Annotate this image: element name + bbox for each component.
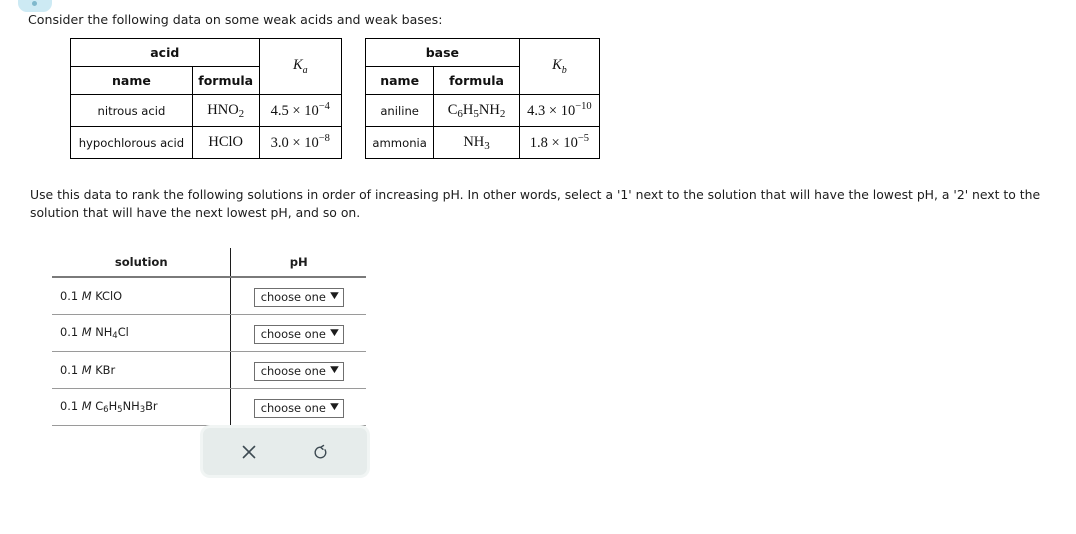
table-row: 0.1 M NH4Cl choose one ▼ [52, 314, 366, 352]
base-row-name: aniline [364, 94, 435, 127]
acid-row-name: hypochlorous acid [70, 126, 193, 159]
base-row-kb: 4.3 × 10−10 [518, 94, 601, 127]
chevron-down-icon: ▼ [330, 365, 339, 375]
base-kb-exponent: −5 [577, 133, 590, 145]
ph-dropdown[interactable]: choose one ▼ [253, 287, 344, 307]
acid-group-header: acid [70, 38, 260, 67]
table-row: 0.1 M KBr choose one ▼ [52, 351, 366, 389]
base-row-formula: C6H5NH2 [433, 94, 520, 127]
instruction-text: Use this data to rank the following solu… [30, 187, 1041, 220]
ka-symbol: K [292, 57, 303, 74]
table-row: 0.1 M C6H5NH3Br choose one ▼ [52, 388, 366, 426]
dropdown-value: choose one [260, 363, 326, 378]
base-col-name: name [364, 66, 435, 95]
acid-formula-main: HNO [207, 101, 239, 118]
base-group-header: base [365, 38, 520, 67]
compound-formula: KClO [95, 289, 123, 303]
chevron-down-icon: ▼ [330, 402, 339, 412]
dropdown-value: choose one [260, 289, 326, 304]
base-data-table: base Kb name formula aniline C6H5NH2 4.3… [364, 38, 601, 159]
acid-data-table: acid Ka name formula nitrous acid HNO2 4… [70, 38, 343, 159]
ph-dropdown[interactable]: choose one ▼ [253, 324, 344, 344]
acid-col-formula: formula [191, 66, 260, 95]
acid-k-header: Ka [258, 38, 343, 95]
ka-subscript: a [302, 64, 308, 76]
kb-symbol: K [552, 57, 562, 74]
ph-dropdown[interactable]: choose one ▼ [253, 398, 344, 418]
acid-formula-sub: 2 [238, 107, 245, 120]
base-k-header: Kb [518, 38, 601, 95]
ph-dropdown[interactable]: choose one ▼ [253, 361, 344, 381]
solution-label: 0.1 M NH4Cl [52, 314, 232, 352]
acid-ka-exponent: −8 [318, 133, 330, 145]
acid-ka-exponent: −4 [318, 101, 330, 113]
dropdown-value: choose one [260, 400, 326, 415]
base-kb-mantissa: 1.8 × 10 [529, 134, 578, 151]
clear-button[interactable] [236, 439, 262, 465]
top-status-badge [18, 0, 52, 12]
dropdown-value: choose one [260, 326, 326, 341]
base-kb-exponent: −10 [575, 101, 592, 113]
acid-ka-mantissa: 4.5 × 10 [270, 102, 319, 119]
acid-row-formula: HClO [191, 126, 260, 159]
solution-label: 0.1 M C6H5NH3Br [52, 388, 232, 426]
acid-ka-mantissa: 3.0 × 10 [270, 134, 319, 151]
compound-formula: NH4Cl [95, 324, 129, 342]
acid-row-formula: HNO2 [191, 94, 260, 127]
chevron-down-icon: ▼ [330, 328, 339, 338]
base-kb-mantissa: 4.3 × 10 [527, 102, 576, 119]
action-panel [203, 428, 367, 475]
acid-row-ka: 3.0 × 10−8 [258, 126, 343, 159]
base-row-name: ammonia [364, 126, 435, 159]
ph-col-header: pH [230, 248, 366, 278]
undo-refresh-icon [314, 444, 326, 458]
solution-col-header: solution [52, 248, 232, 278]
chevron-down-icon: ▼ [330, 291, 339, 301]
solution-label: 0.1 M KBr [52, 351, 232, 389]
close-x-icon [242, 445, 256, 459]
acid-col-name: name [70, 66, 193, 95]
base-row-formula: NH3 [433, 126, 520, 159]
compound-formula: KBr [95, 363, 116, 377]
table-row: 0.1 M KClO choose one ▼ [52, 277, 366, 315]
acid-formula-main: HClO [208, 133, 244, 150]
badge-dot-icon [32, 1, 37, 6]
solution-ranking-table: solution pH 0.1 M KClO choose one ▼ 0.1 M… [52, 248, 366, 426]
intro-text: Consider the following data on some weak… [28, 12, 443, 27]
acid-row-ka: 4.5 × 10−4 [258, 94, 343, 127]
solution-label: 0.1 M KClO [52, 277, 232, 315]
base-row-kb: 1.8 × 10−5 [518, 126, 601, 159]
base-col-formula: formula [433, 66, 520, 95]
acid-row-name: nitrous acid [70, 94, 193, 127]
compound-formula: C6H5NH3Br [95, 398, 158, 416]
kb-subscript: b [561, 64, 567, 76]
undo-button[interactable] [307, 439, 333, 465]
